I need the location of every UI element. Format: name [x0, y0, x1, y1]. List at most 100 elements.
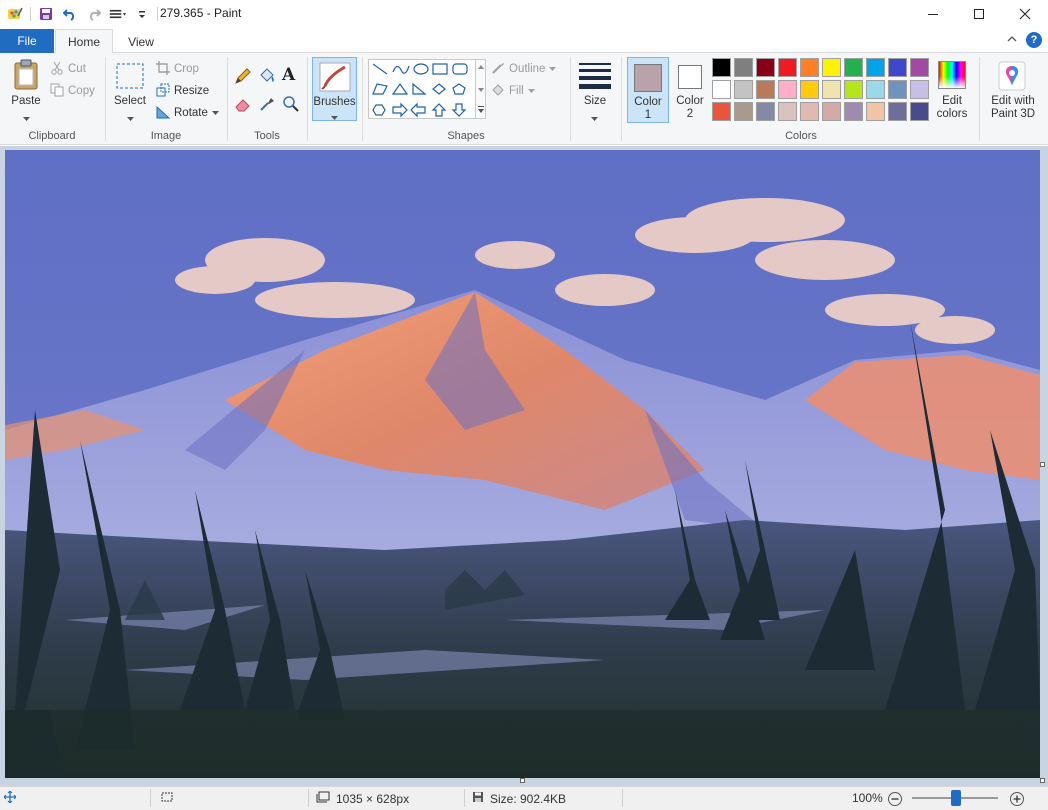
magnifier-icon[interactable] [282, 95, 300, 116]
palette-swatch[interactable] [734, 80, 753, 99]
title-bar: 279.365 - Paint [0, 0, 1048, 28]
window-title: 279.365 - Paint [160, 6, 242, 20]
status-separator [464, 789, 465, 807]
shapes-group-label: Shapes [447, 130, 485, 142]
color-picker-icon[interactable] [258, 95, 276, 116]
palette-swatch[interactable] [844, 58, 863, 77]
clipboard-group: Paste Cut Copy Clipboard [0, 53, 104, 145]
shapes-scroll[interactable] [476, 59, 486, 119]
palette-swatch[interactable] [712, 102, 731, 121]
fill-bucket-icon[interactable] [258, 67, 276, 88]
painting-mountain-landscape [5, 150, 1040, 778]
zoom-slider-thumb[interactable] [951, 790, 961, 806]
tab-view[interactable]: View [116, 29, 166, 54]
disk-icon [472, 791, 484, 806]
palette-swatch[interactable] [800, 58, 819, 77]
zoom-out-button[interactable] [887, 791, 903, 810]
size-label: Size [583, 95, 607, 107]
paint3d-label-1: Edit with [991, 95, 1035, 107]
palette-swatch[interactable] [800, 102, 819, 121]
palette-swatch[interactable] [888, 80, 907, 99]
palette-swatch[interactable] [822, 58, 841, 77]
save-icon[interactable] [37, 5, 55, 23]
palette-swatch[interactable] [910, 58, 929, 77]
palette-swatch[interactable] [866, 58, 885, 77]
canvas-resize-handle-right[interactable] [1040, 462, 1045, 467]
palette-swatch[interactable] [756, 80, 775, 99]
color1-swatch [634, 64, 662, 92]
crop-button[interactable]: Crop [156, 59, 199, 79]
size-button[interactable]: Size [574, 57, 616, 123]
fill-button[interactable]: Fill [491, 81, 535, 101]
palette-swatch[interactable] [844, 80, 863, 99]
shapes-gallery-icons [372, 63, 468, 118]
color2-swatch [678, 65, 702, 89]
scissors-icon [50, 61, 64, 78]
shapes-scroll-arrows-icon [478, 65, 484, 113]
palette-swatch[interactable] [800, 80, 819, 99]
outline-icon [491, 61, 505, 78]
resize-icon [156, 83, 170, 100]
outline-label: Outline [509, 63, 546, 75]
canvas-resize-handle-bottom[interactable] [520, 778, 525, 783]
maximize-button[interactable] [956, 0, 1002, 28]
copy-button[interactable]: Copy [50, 81, 95, 101]
palette-swatch[interactable] [888, 102, 907, 121]
quick-access-toolbar [6, 4, 158, 24]
palette-swatch[interactable] [778, 80, 797, 99]
line-size-icon [578, 61, 612, 92]
qat-properties-icon[interactable] [109, 5, 127, 23]
palette-swatch[interactable] [756, 102, 775, 121]
close-button[interactable] [1002, 0, 1048, 28]
palette-swatch[interactable] [844, 102, 863, 121]
color2-button[interactable]: Color 2 [672, 57, 708, 123]
selection-size-icon [160, 791, 174, 806]
palette-swatch[interactable] [778, 58, 797, 77]
cut-button[interactable]: Cut [50, 59, 86, 79]
text-icon[interactable]: A [282, 65, 295, 85]
paint-app-icon[interactable] [6, 5, 24, 23]
redo-icon[interactable] [85, 5, 103, 23]
undo-icon[interactable] [61, 5, 79, 23]
help-icon[interactable]: ? [1026, 32, 1042, 48]
palette-swatch[interactable] [910, 80, 929, 99]
drawing-canvas[interactable] [5, 150, 1040, 778]
palette-swatch[interactable] [822, 102, 841, 121]
shapes-gallery[interactable] [368, 59, 476, 119]
palette-swatch[interactable] [822, 80, 841, 99]
file-size: Size: 902.4KB [472, 791, 566, 806]
eraser-icon[interactable] [234, 95, 252, 116]
colors-group-label: Colors [785, 130, 817, 142]
ribbon: Paste Cut Copy Clipboard Select Crop Res… [0, 53, 1048, 145]
brushes-button[interactable]: Brushes [312, 57, 357, 121]
paste-button[interactable]: Paste [6, 57, 46, 123]
palette-swatch[interactable] [756, 58, 775, 77]
rotate-button[interactable]: Rotate [156, 103, 219, 123]
edit-colors-button[interactable]: Edit colors [932, 57, 972, 123]
zoom-in-button[interactable] [1009, 791, 1025, 810]
palette-swatch[interactable] [866, 80, 885, 99]
palette-swatch[interactable] [734, 58, 753, 77]
edit-with-paint3d-button[interactable]: Edit with Paint 3D [982, 57, 1044, 127]
canvas-resize-handle-corner[interactable] [1040, 778, 1045, 783]
crop-icon [156, 60, 170, 78]
select-button[interactable]: Select [112, 57, 148, 123]
tab-file[interactable]: File [0, 29, 54, 53]
qat-customize-icon[interactable] [133, 5, 151, 23]
fill-icon [491, 83, 505, 100]
palette-swatch[interactable] [778, 102, 797, 121]
tab-home[interactable]: Home [55, 29, 113, 54]
resize-button[interactable]: Resize [156, 81, 209, 101]
collapse-ribbon-icon[interactable] [1006, 33, 1018, 48]
outline-button[interactable]: Outline [491, 59, 557, 79]
color1-button[interactable]: Color 1 [627, 57, 669, 123]
palette-swatch[interactable] [712, 80, 731, 99]
palette-swatch[interactable] [712, 58, 731, 77]
minimize-button[interactable] [910, 0, 956, 28]
pencil-icon[interactable] [234, 67, 252, 88]
palette-swatch[interactable] [910, 102, 929, 121]
palette-swatch[interactable] [866, 102, 885, 121]
palette-swatch[interactable] [888, 58, 907, 77]
palette-swatch[interactable] [734, 102, 753, 121]
tools-group-label: Tools [254, 130, 280, 142]
